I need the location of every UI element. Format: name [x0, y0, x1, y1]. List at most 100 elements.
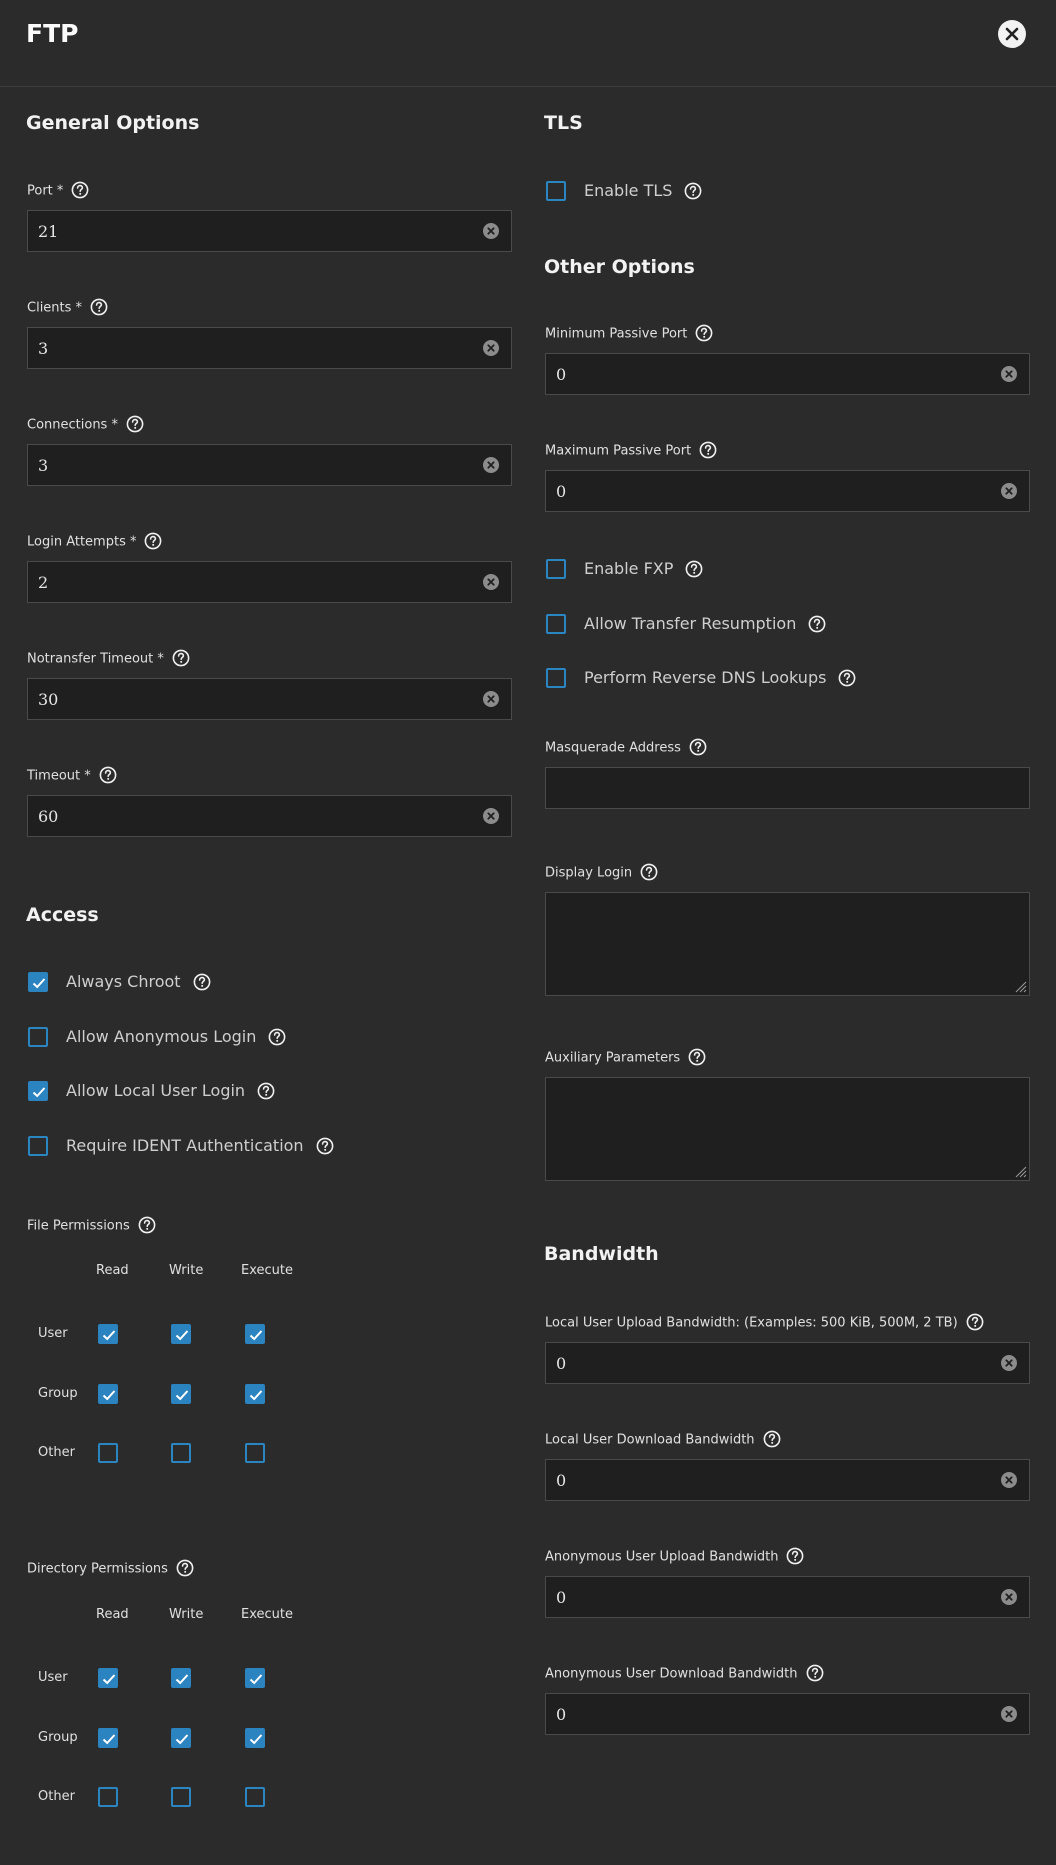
allow-anonymous-login-checkbox[interactable]: [28, 1027, 48, 1047]
always-chroot-checkbox[interactable]: [28, 972, 48, 992]
clear-icon[interactable]: [483, 691, 499, 707]
help-icon[interactable]: [640, 863, 658, 881]
perm-other-read-checkbox[interactable]: [98, 1443, 118, 1463]
other-options-title: Other Options: [544, 256, 695, 278]
login-attempts-label: Login Attempts *: [27, 532, 162, 551]
check-icon: [175, 1674, 189, 1685]
help-icon[interactable]: [688, 1048, 706, 1066]
help-icon: [787, 1547, 804, 1565]
clear-icon[interactable]: [483, 808, 499, 824]
help-icon[interactable]: [172, 649, 190, 667]
clear-icon[interactable]: [1001, 1706, 1017, 1722]
help-icon[interactable]: [763, 1430, 781, 1448]
help-icon: [763, 1430, 780, 1448]
display-login-textarea[interactable]: [545, 892, 1030, 996]
help-icon[interactable]: [99, 766, 117, 784]
perm-other-execute-checkbox[interactable]: [245, 1787, 265, 1807]
help-icon: [193, 973, 211, 991]
help-icon: [268, 1028, 286, 1046]
masquerade-address-label: Masquerade Address: [545, 738, 707, 757]
help-icon[interactable]: [699, 441, 717, 459]
clear-icon[interactable]: [1001, 366, 1017, 382]
enable-tls-label: Enable TLS: [584, 181, 673, 200]
port-label: Port *: [27, 181, 89, 200]
help-icon[interactable]: [138, 1216, 156, 1234]
check-icon: [249, 1390, 263, 1401]
auxiliary-parameters-textarea[interactable]: [545, 1077, 1030, 1181]
port-input[interactable]: 21: [27, 210, 512, 252]
help-icon[interactable]: [695, 324, 713, 342]
allow-transfer-resumption-checkbox[interactable]: [546, 614, 566, 634]
perm-user-read-checkbox[interactable]: [98, 1668, 118, 1688]
help-icon[interactable]: [126, 415, 144, 433]
clear-icon[interactable]: [1001, 1589, 1017, 1605]
clear-icon[interactable]: [1001, 1355, 1017, 1371]
help-icon[interactable]: [808, 615, 826, 633]
help-icon[interactable]: [193, 973, 211, 991]
perm-group-write-checkbox[interactable]: [171, 1384, 191, 1404]
help-icon: [176, 1559, 194, 1577]
resize-grip-icon[interactable]: [1013, 1164, 1027, 1178]
perm-other-write-checkbox[interactable]: [171, 1787, 191, 1807]
help-icon[interactable]: [684, 182, 702, 200]
enable-tls-checkbox[interactable]: [546, 181, 566, 201]
help-icon[interactable]: [176, 1559, 194, 1577]
perm-other-write-checkbox[interactable]: [171, 1443, 191, 1463]
close-button[interactable]: [998, 20, 1026, 48]
max-passive-port-input[interactable]: 0: [545, 470, 1030, 512]
min-passive-port-input[interactable]: 0: [545, 353, 1030, 395]
allow-local-user-login-checkbox[interactable]: [28, 1081, 48, 1101]
clear-icon[interactable]: [483, 457, 499, 473]
perm-group-execute-checkbox[interactable]: [245, 1384, 265, 1404]
perm-other-read-checkbox[interactable]: [98, 1787, 118, 1807]
always-chroot-label: Always Chroot: [66, 972, 181, 991]
help-icon: [808, 615, 826, 633]
connections-input[interactable]: 3: [27, 444, 512, 486]
help-icon[interactable]: [806, 1664, 824, 1682]
min-passive-port-value: 0: [556, 365, 567, 384]
help-icon[interactable]: [966, 1313, 984, 1331]
help-icon[interactable]: [71, 181, 89, 199]
clear-icon[interactable]: [1001, 1472, 1017, 1488]
enable-fxp-checkbox[interactable]: [546, 559, 566, 579]
perm-user-read-checkbox[interactable]: [98, 1324, 118, 1344]
perm-group-read-checkbox[interactable]: [98, 1384, 118, 1404]
reverse-dns-checkbox[interactable]: [546, 668, 566, 688]
clear-icon[interactable]: [483, 340, 499, 356]
local-download-bandwidth-input[interactable]: 0: [545, 1459, 1030, 1501]
anon-download-bandwidth-input[interactable]: 0: [545, 1693, 1030, 1735]
help-icon[interactable]: [838, 669, 856, 687]
clear-icon[interactable]: [483, 223, 499, 239]
perm-user-write-checkbox[interactable]: [171, 1668, 191, 1688]
help-icon[interactable]: [689, 738, 707, 756]
help-icon[interactable]: [257, 1082, 275, 1100]
help-icon[interactable]: [685, 560, 703, 578]
help-icon[interactable]: [144, 532, 162, 550]
clients-value: 3: [38, 339, 49, 358]
masquerade-address-input[interactable]: [545, 767, 1030, 809]
perm-user-execute-checkbox[interactable]: [245, 1324, 265, 1344]
resize-grip-icon[interactable]: [1013, 979, 1027, 993]
notransfer-timeout-input[interactable]: 30: [27, 678, 512, 720]
perm-user-execute-checkbox[interactable]: [245, 1668, 265, 1688]
general-options-title: General Options: [26, 112, 200, 134]
perm-other-execute-checkbox[interactable]: [245, 1443, 265, 1463]
clear-icon[interactable]: [1001, 483, 1017, 499]
help-icon: [172, 649, 190, 667]
clients-input[interactable]: 3: [27, 327, 512, 369]
perm-group-write-checkbox[interactable]: [171, 1728, 191, 1748]
perm-group-execute-checkbox[interactable]: [245, 1728, 265, 1748]
timeout-input[interactable]: 60: [27, 795, 512, 837]
help-icon[interactable]: [268, 1028, 286, 1046]
help-icon[interactable]: [316, 1137, 334, 1155]
anon-upload-bandwidth-input[interactable]: 0: [545, 1576, 1030, 1618]
clear-icon[interactable]: [483, 574, 499, 590]
require-ident-checkbox[interactable]: [28, 1136, 48, 1156]
perm-user-write-checkbox[interactable]: [171, 1324, 191, 1344]
help-icon[interactable]: [90, 298, 108, 316]
help-icon[interactable]: [786, 1547, 804, 1565]
local-upload-bandwidth-input[interactable]: 0: [545, 1342, 1030, 1384]
login-attempts-input[interactable]: 2: [27, 561, 512, 603]
perm-row-other: Other: [38, 1445, 75, 1460]
perm-group-read-checkbox[interactable]: [98, 1728, 118, 1748]
